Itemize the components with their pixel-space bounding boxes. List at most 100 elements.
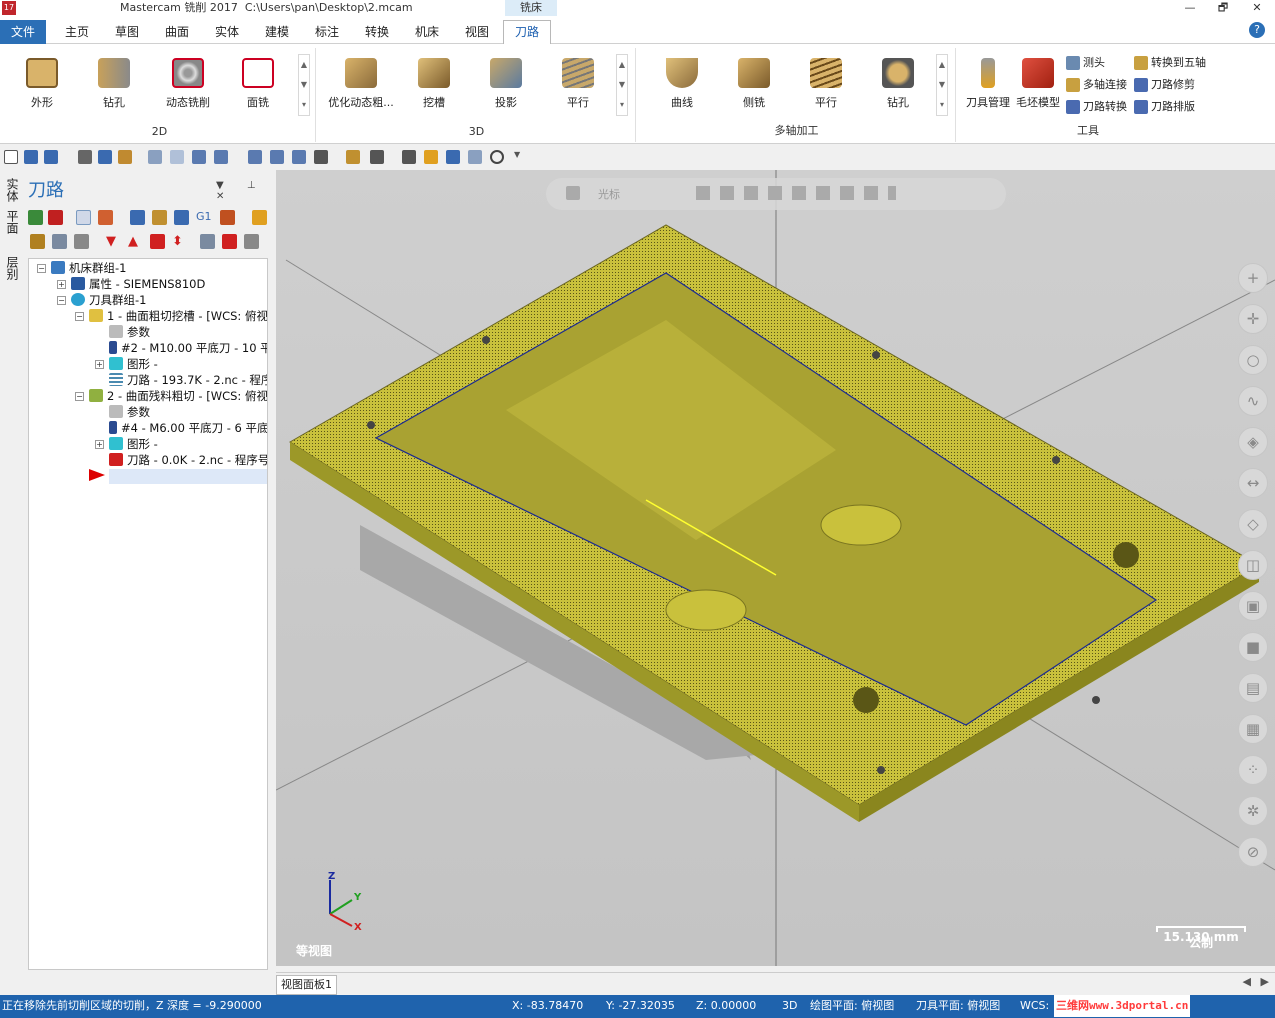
select-all-icon[interactable] <box>28 210 43 225</box>
show-selected-icon[interactable] <box>200 234 215 249</box>
tool-display-icon[interactable] <box>222 234 237 249</box>
convert-5axis-button[interactable]: 转换到五轴 <box>1134 54 1206 74</box>
panel-controls[interactable]: ▼ ⊥ ✕ <box>216 180 276 202</box>
color-icon[interactable]: ▤ <box>1238 673 1268 703</box>
fit-icon[interactable] <box>292 150 306 164</box>
select-icon[interactable] <box>402 150 416 164</box>
deselect-icon[interactable] <box>48 210 63 225</box>
trim-toolpath-button[interactable]: 刀路修剪 <box>1134 76 1195 96</box>
no-entry-icon[interactable]: ⊘ <box>1238 837 1268 867</box>
tab-model-prep[interactable]: 建模 <box>256 22 298 44</box>
insert-arrow-icon[interactable] <box>150 234 165 249</box>
dynamic-mill-button[interactable]: 动态铣削 <box>156 54 220 114</box>
face-mill-button[interactable]: 面铣 <box>228 54 288 114</box>
grid-icon[interactable]: ▦ <box>1238 714 1268 744</box>
palette-icon[interactable]: ⁘ <box>1238 755 1268 785</box>
regenerate-icon[interactable] <box>76 210 91 225</box>
simulate-icon[interactable] <box>174 210 189 225</box>
redo-icon[interactable] <box>170 150 184 164</box>
tree-node-parameters[interactable]: 参数 <box>109 404 150 420</box>
tree-node-machine-group[interactable]: 机床群组-1 <box>51 260 126 276</box>
tab-transform[interactable]: 转换 <box>356 22 398 44</box>
drill-button[interactable]: 钻孔 <box>84 54 144 114</box>
tree-node-operation-1[interactable]: 1 - 曲面粗切挖槽 - [WCS: 俯视 <box>89 308 267 324</box>
tree-node-parameters[interactable]: 参数 <box>109 324 150 340</box>
measure-icon[interactable] <box>346 150 360 164</box>
tab-solids[interactable]: 实体 <box>206 22 248 44</box>
tab-drafting[interactable]: 标注 <box>306 22 348 44</box>
clock-icon[interactable] <box>490 150 504 164</box>
scroll-arrow-icon[interactable]: ⬍ <box>172 234 187 249</box>
vtab-planes[interactable]: 平面 <box>4 210 21 234</box>
high-feed-icon[interactable] <box>220 210 235 225</box>
minimize-button[interactable]: — <box>1175 0 1205 16</box>
tree-node-tool[interactable]: #4 - M6.00 平底刀 - 6 平底. <box>109 420 267 436</box>
multiaxis-link-button[interactable]: 多轴连接 <box>1066 76 1127 96</box>
vtab-levels[interactable]: 层别 <box>4 256 21 280</box>
nesting-button[interactable]: 刀路排版 <box>1134 98 1195 118</box>
new-file-icon[interactable] <box>4 150 18 164</box>
gallery-scroll-multiaxis[interactable]: ▲ ▼ ▾ <box>936 54 948 116</box>
restore-button[interactable]: 🗗 <box>1208 0 1238 16</box>
help-icon[interactable]: ? <box>1249 22 1265 38</box>
view-mode[interactable]: 3D <box>782 995 797 1017</box>
tab-scroll-left-icon[interactable]: ◀ <box>1243 975 1251 988</box>
tree-node-geometry[interactable]: 图形 - <box>109 436 158 452</box>
zoom-in-icon[interactable]: + <box>1238 263 1268 293</box>
curve-button[interactable]: 曲线 <box>652 54 712 114</box>
layer-icon[interactable]: ◫ <box>1238 550 1268 580</box>
construction-plane[interactable]: 绘图平面: 俯视图 <box>810 995 894 1017</box>
insert-position-row[interactable] <box>109 469 267 484</box>
cube-view-icon[interactable] <box>192 150 206 164</box>
wireframe-icon[interactable] <box>270 150 284 164</box>
crosshair-icon[interactable]: ✛ <box>1238 304 1268 334</box>
expander[interactable]: + <box>57 280 66 289</box>
dimension-tool-icon[interactable]: ↔ <box>1238 468 1268 498</box>
expander[interactable]: − <box>75 312 84 321</box>
tree-node-geometry[interactable]: 图形 - <box>109 356 158 372</box>
settings-icon[interactable]: ✲ <box>1238 796 1268 826</box>
project-button[interactable]: 投影 <box>476 54 536 114</box>
solid-cube-icon[interactable]: ▣ <box>1238 591 1268 621</box>
wcs-label[interactable]: WCS: <box>1020 995 1049 1017</box>
shaded-cube-icon[interactable]: ■ <box>1238 632 1268 662</box>
curve-tool-icon[interactable]: ∿ <box>1238 386 1268 416</box>
print-icon[interactable] <box>78 150 92 164</box>
tab-view[interactable]: 视图 <box>456 22 498 44</box>
vtab-solids[interactable]: 实体 <box>4 178 21 202</box>
dimension-icon[interactable] <box>370 150 384 164</box>
tab-machine[interactable]: 机床 <box>406 22 448 44</box>
lock-icon[interactable] <box>566 186 580 200</box>
expander[interactable]: − <box>75 392 84 401</box>
merge-icon[interactable] <box>118 150 132 164</box>
save-icon[interactable] <box>24 150 38 164</box>
tree-node-properties[interactable]: 属性 - SIEMENS810D <box>71 276 205 292</box>
optirough-button[interactable]: 优化动态粗... <box>326 54 396 114</box>
regenerate-dirty-icon[interactable] <box>98 210 113 225</box>
move-down-icon[interactable]: ▼ <box>106 234 121 249</box>
tab-home[interactable]: 主页 <box>56 22 98 44</box>
tab-sketch[interactable]: 草图 <box>106 22 148 44</box>
tree-node-toolpath[interactable]: 刀路 - 193.7K - 2.nc - 程序号 <box>109 372 267 388</box>
shading-icon[interactable] <box>248 150 262 164</box>
move-up-icon[interactable]: ▲ <box>128 234 143 249</box>
expander[interactable]: − <box>37 264 46 273</box>
help-tree-icon[interactable] <box>244 234 259 249</box>
cursor-mode-label[interactable]: 光标 <box>598 186 620 202</box>
translate-icon[interactable] <box>446 150 460 164</box>
verify-icon[interactable] <box>152 210 167 225</box>
post-g1-icon[interactable]: G1 <box>196 210 212 225</box>
tab-surfaces[interactable]: 曲面 <box>156 22 198 44</box>
gallery-scroll-2d[interactable]: ▲ ▼ ▾ <box>298 54 310 116</box>
undo-icon[interactable] <box>148 150 162 164</box>
swarf-button[interactable]: 侧铣 <box>724 54 784 114</box>
circle-icon[interactable]: ○ <box>1238 345 1268 375</box>
cube-icon[interactable]: ◈ <box>1238 427 1268 457</box>
tab-scroll-right-icon[interactable]: ▶ <box>1261 975 1269 988</box>
tool-plane[interactable]: 刀具平面: 俯视图 <box>916 995 1000 1017</box>
analyze-icon[interactable] <box>314 150 328 164</box>
drill-multiaxis-button[interactable]: 钻孔 <box>868 54 928 114</box>
tab-toolpaths[interactable]: 刀路 <box>503 20 551 45</box>
customize-qat-icon[interactable]: ▼ <box>514 150 528 164</box>
tree-node-tool[interactable]: #2 - M10.00 平底刀 - 10 平. <box>109 340 267 356</box>
